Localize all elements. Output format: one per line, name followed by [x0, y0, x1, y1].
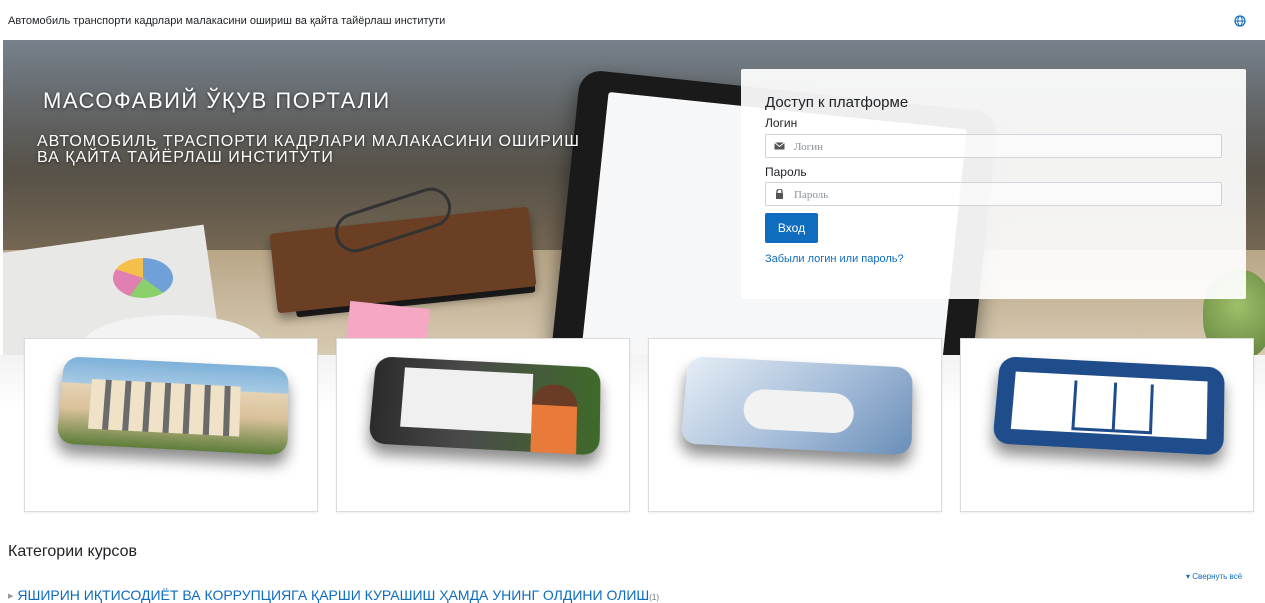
username-field[interactable]	[765, 134, 1222, 158]
expand-arrow-icon[interactable]: ▶	[8, 593, 13, 600]
collapse-all-link[interactable]: ▾ Свернуть всё	[1186, 572, 1242, 581]
password-label: Пароль	[765, 165, 807, 179]
tile-online-learning[interactable]	[336, 338, 630, 512]
tile-typing[interactable]	[648, 338, 942, 512]
typing-hands-image[interactable]	[680, 356, 913, 456]
book-icon-image[interactable]	[992, 356, 1225, 456]
tile-institute[interactable]	[24, 338, 318, 512]
login-button[interactable]: Вход	[765, 213, 818, 243]
site-name[interactable]: Автомобиль транспорти кадрлари малакасин…	[8, 15, 445, 27]
hero-title: МАСОФАВИЙ ЎҚУВ ПОРТАЛИ	[43, 88, 391, 113]
password-field[interactable]	[765, 182, 1222, 206]
building-facade	[87, 379, 241, 437]
course-categories-heading: Категории курсов	[8, 543, 137, 560]
forgot-password-link[interactable]: Забыли логин или пароль?	[765, 253, 904, 265]
username-input[interactable]	[794, 138, 1214, 155]
laptop-screen	[400, 367, 534, 434]
login-title: Доступ к платформе	[765, 94, 909, 111]
hand-on-keyboard	[742, 388, 855, 435]
hero-subtitle: АВТОМОБИЛЬ ТРАСПОРТИ КАДРЛАРИ МАЛАКАСИНИ…	[37, 133, 580, 166]
book-frame	[1007, 368, 1211, 443]
collapse-all-label: Свернуть всё	[1192, 572, 1243, 581]
lock-icon	[776, 189, 783, 199]
institute-building-image[interactable]	[56, 356, 289, 456]
tile-library[interactable]	[960, 338, 1254, 512]
online-learning-image[interactable]	[368, 356, 601, 456]
login-panel: Доступ к платформе Логин Пароль Вход Заб…	[741, 69, 1246, 299]
envelope-icon	[774, 142, 785, 150]
open-book-icon	[1071, 380, 1154, 435]
paper-pie-chart	[113, 258, 173, 298]
password-input[interactable]	[794, 186, 1214, 203]
username-label: Логин	[765, 116, 798, 130]
top-navbar: Автомобиль транспорти кадрлари малакасин…	[0, 0, 1265, 40]
globe-icon[interactable]	[1234, 15, 1246, 27]
student-figure	[530, 383, 578, 456]
